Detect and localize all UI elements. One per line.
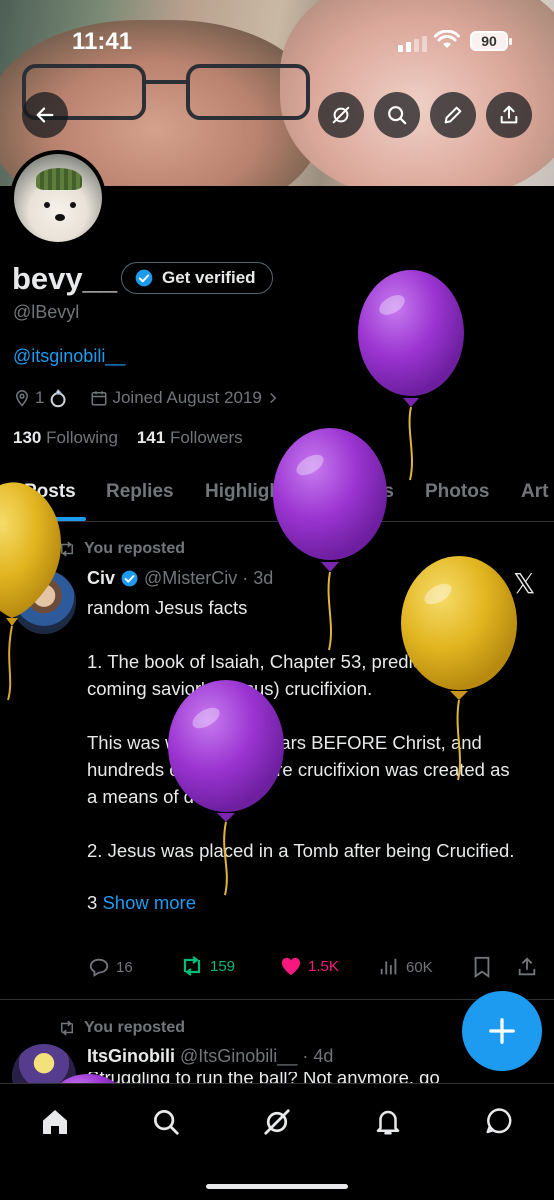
- profile-meta: 1 Joined August 2019: [13, 387, 280, 409]
- reply-button[interactable]: 16: [88, 956, 133, 978]
- tab-posts[interactable]: Posts: [24, 481, 76, 503]
- follow-counts: 130 Following 141 Followers: [13, 428, 243, 448]
- reply-icon: [89, 958, 109, 977]
- repost-icon: [61, 541, 73, 557]
- plus-icon: [489, 1018, 515, 1044]
- profile-name: bevy__: [12, 261, 118, 296]
- search-icon: [388, 106, 407, 125]
- post-time: · 4d: [302, 1046, 334, 1066]
- pencil-icon: [444, 106, 462, 124]
- repost-icon: [183, 956, 201, 976]
- tab-videos[interactable]: Videos: [332, 481, 394, 503]
- wifi-icon: [434, 30, 460, 48]
- bio-mention-link[interactable]: @itsginobili__: [13, 346, 125, 367]
- active-tab-indicator: [20, 517, 86, 521]
- post-header: ItsGinobili @ItsGinobili__ · 4d: [87, 1046, 333, 1067]
- compose-post-button[interactable]: [462, 991, 542, 1071]
- post-actions: 16 159 1.5K 60K: [88, 956, 538, 982]
- post-author-name[interactable]: Civ: [87, 568, 115, 589]
- ring-icon: [51, 389, 66, 408]
- profile-avatar[interactable]: [10, 150, 106, 246]
- glasses-bridge: [146, 80, 186, 84]
- nav-messages[interactable]: [479, 1102, 519, 1142]
- battery-indicator: 90: [470, 31, 512, 51]
- edit-button[interactable]: [430, 92, 476, 138]
- bookmark-button[interactable]: [472, 956, 492, 978]
- tab-photos[interactable]: Photos: [425, 481, 489, 503]
- post-author-handle[interactable]: @MisterCiv: [144, 568, 237, 589]
- bookmark-icon: [474, 956, 490, 978]
- share-icon: [518, 957, 536, 976]
- nav-grok[interactable]: [257, 1102, 297, 1142]
- tab-highlights[interactable]: Highlights: [205, 481, 298, 503]
- grok-icon: [332, 106, 350, 124]
- balloon-purple: [358, 270, 464, 481]
- get-verified-button[interactable]: Get verified: [121, 262, 273, 294]
- grok-icon: [264, 1109, 290, 1135]
- repost-indicator: You reposted: [58, 540, 185, 558]
- grok-button[interactable]: [318, 92, 364, 138]
- heart-icon: [281, 957, 301, 976]
- profile-tabs: Posts Replies Highlights Videos Photos A…: [0, 470, 554, 522]
- repost-icon: [61, 1020, 73, 1036]
- share-icon: [500, 105, 518, 124]
- status-time: 11:41: [72, 28, 133, 55]
- nav-home[interactable]: [35, 1102, 75, 1142]
- post-author-handle[interactable]: @ItsGinobili__: [180, 1046, 297, 1067]
- profile-location: 1: [35, 388, 45, 407]
- post-header: Civ @MisterCiv · 3d: [87, 568, 273, 589]
- following-link[interactable]: 130 Following: [13, 428, 118, 447]
- search-icon: [154, 1110, 179, 1135]
- back-arrow-icon: [36, 107, 54, 123]
- like-button[interactable]: 1.5K: [280, 956, 339, 976]
- search-button[interactable]: [374, 92, 420, 138]
- repost-indicator: You reposted: [58, 1019, 185, 1037]
- back-button[interactable]: [22, 92, 68, 138]
- get-verified-label: Get verified: [162, 268, 256, 287]
- bell-icon: [376, 1110, 400, 1135]
- repost-button[interactable]: 159: [180, 956, 235, 976]
- calendar-icon: [91, 391, 107, 406]
- post-divider: [0, 999, 554, 1000]
- tab-articles[interactable]: Art: [521, 481, 548, 503]
- analytics-icon: [380, 958, 397, 975]
- share-button[interactable]: [486, 92, 532, 138]
- home-indicator: [206, 1184, 348, 1189]
- profile-joined: Joined August 2019: [112, 388, 262, 407]
- home-icon: [43, 1110, 67, 1134]
- avatar-hat: [36, 168, 82, 190]
- nav-notifications[interactable]: [368, 1102, 408, 1142]
- verified-badge-icon: [135, 269, 153, 287]
- show-more-link[interactable]: Show more: [102, 892, 196, 913]
- post-author-name[interactable]: ItsGinobili: [87, 1046, 175, 1067]
- status-bar: 11:41 90: [0, 0, 554, 80]
- post-time: · 3d: [242, 568, 274, 588]
- chevron-right-icon[interactable]: [266, 391, 280, 405]
- tab-replies[interactable]: Replies: [106, 481, 174, 503]
- post-share-button[interactable]: [516, 956, 538, 978]
- post-text[interactable]: random Jesus facts 1. The book of Isaiah…: [87, 594, 517, 916]
- location-pin-icon: [15, 390, 29, 407]
- bottom-navigation: [0, 1083, 554, 1200]
- signal-icon: [398, 34, 430, 52]
- post-author-avatar[interactable]: [12, 570, 76, 634]
- verified-badge-icon: [121, 570, 138, 587]
- nav-search[interactable]: [146, 1102, 186, 1142]
- message-bubble-icon: [486, 1108, 512, 1134]
- followers-link[interactable]: 141 Followers: [137, 428, 243, 447]
- profile-handle: @lBevyl: [13, 302, 80, 322]
- views-button[interactable]: 60K: [378, 956, 433, 978]
